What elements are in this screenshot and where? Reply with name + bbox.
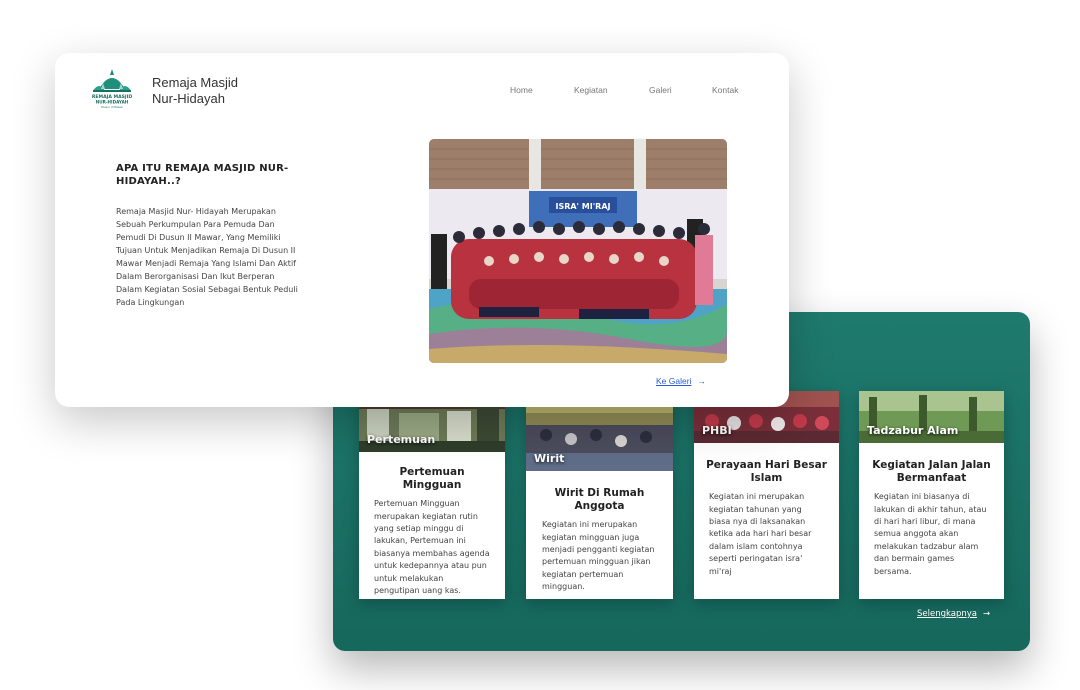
see-more-link[interactable]: Selengkapnya → bbox=[917, 609, 990, 619]
gallery-link[interactable]: Ke Galeri → bbox=[656, 376, 706, 386]
svg-text:NUR-HIDAYAH: NUR-HIDAYAH bbox=[96, 100, 129, 105]
mosque-logo-icon: REMAJA MASJID NUR-HIDAYAH Dusun II Mawar bbox=[92, 69, 132, 109]
about-heading: APA ITU REMAJA MASJID NUR-HIDAYAH..? bbox=[116, 163, 289, 187]
about-description: Remaja Masjid Nur- Hidayah Merupakan Seb… bbox=[116, 207, 298, 307]
activity-image-label: Wirit bbox=[534, 452, 565, 465]
brand-line-2: Nur-Hidayah bbox=[152, 91, 225, 106]
activity-title: Wirit Di Rumah Anggota bbox=[554, 487, 645, 513]
activity-card-tadzabur-alam[interactable]: Tadzabur Alam Kegiatan Jalan Jalan Berma… bbox=[859, 391, 1004, 599]
activity-title: Pertemuan Mingguan bbox=[399, 466, 465, 492]
activity-card-pertemuan[interactable]: Pertemuan Pertemuan Mingguan Pertemuan M… bbox=[359, 395, 505, 599]
activity-image-label: Tadzabur Alam bbox=[867, 424, 959, 437]
activity-description: Kegiatan ini merupakan kegiatan mingguan… bbox=[542, 520, 655, 592]
nav-kegiatan[interactable]: Kegiatan bbox=[574, 85, 608, 95]
activity-image-label: PHBI bbox=[702, 424, 732, 437]
nav-kontak[interactable]: Kontak bbox=[712, 85, 738, 95]
svg-text:ISRA' MI'RAJ: ISRA' MI'RAJ bbox=[555, 202, 610, 211]
hero-section: REMAJA MASJID NUR-HIDAYAH Dusun II Mawar… bbox=[55, 53, 789, 407]
nav-home[interactable]: Home bbox=[510, 85, 533, 95]
activity-description: Pertemuan Mingguan merupakan kegiatan ru… bbox=[374, 499, 490, 595]
activity-title: Perayaan Hari Besar Islam bbox=[706, 459, 827, 485]
arrow-right-icon: → bbox=[983, 609, 991, 619]
gallery-link-label: Ke Galeri bbox=[656, 376, 692, 386]
activity-card-phbi[interactable]: PHBI Perayaan Hari Besar Islam Kegiatan … bbox=[694, 391, 839, 599]
activity-title: Kegiatan Jalan Jalan Bermanfaat bbox=[872, 459, 991, 485]
group-photo: ISRA' MI'RAJ bbox=[429, 139, 727, 363]
activity-image-tadzabur-alam: Tadzabur Alam bbox=[859, 391, 1004, 443]
activity-card-wirit[interactable]: Wirit Wirit Di Rumah Anggota Kegiatan in… bbox=[526, 395, 673, 599]
activity-description: Kegiatan ini biasanya di lakukan di akhi… bbox=[874, 492, 987, 576]
logo[interactable]: REMAJA MASJID NUR-HIDAYAH Dusun II Mawar bbox=[87, 67, 137, 111]
arrow-right-icon: → bbox=[697, 376, 706, 386]
see-more-label: Selengkapnya bbox=[917, 609, 978, 619]
brand-line-1: Remaja Masjid bbox=[152, 75, 238, 90]
activity-description: Kegiatan ini merupakan kegiatan tahunan … bbox=[709, 492, 812, 576]
svg-text:Dusun II Mawar: Dusun II Mawar bbox=[101, 105, 123, 109]
site-brand-name[interactable]: Remaja Masjid Nur-Hidayah bbox=[152, 75, 238, 107]
activity-image-label: Pertemuan bbox=[367, 433, 436, 446]
nav-galeri[interactable]: Galeri bbox=[649, 85, 672, 95]
